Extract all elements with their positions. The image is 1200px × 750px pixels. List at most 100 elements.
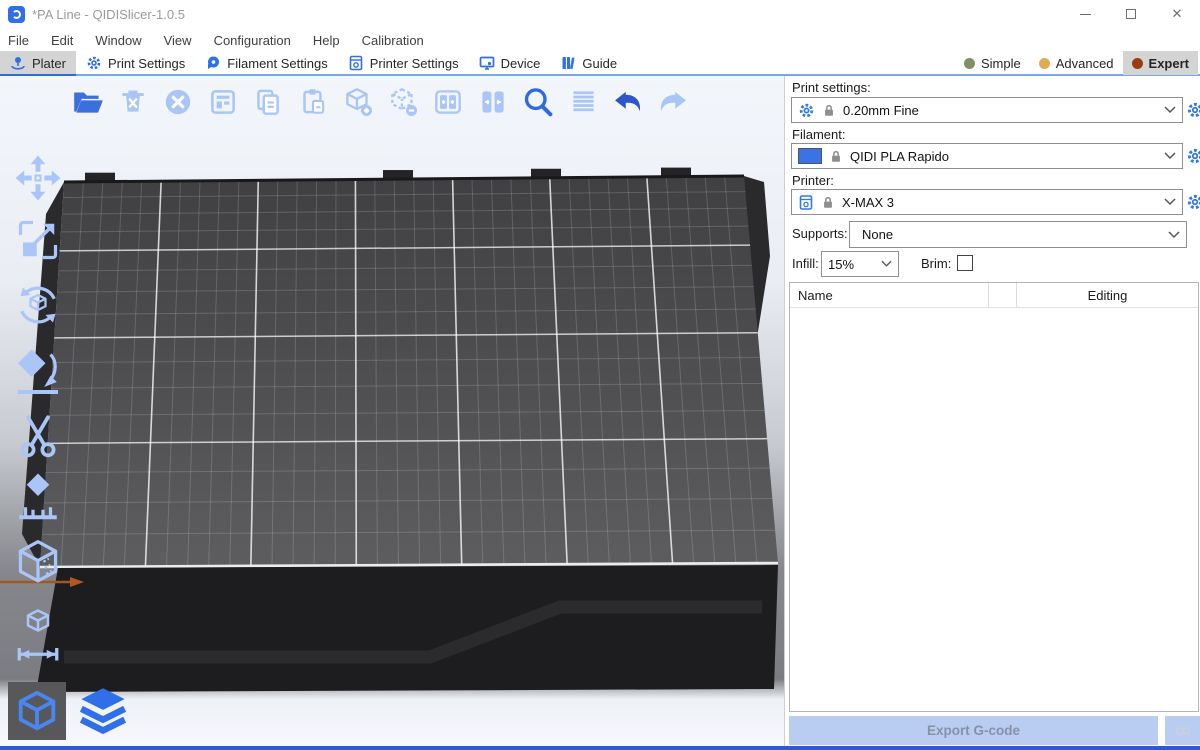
- tab-filament-settings[interactable]: Filament Settings: [195, 51, 337, 75]
- mode-switcher: Simple Advanced Expert: [955, 51, 1200, 75]
- column-editing[interactable]: Editing: [1017, 283, 1198, 308]
- measure-tool-button[interactable]: [10, 601, 66, 665]
- editor-3d-cube-icon: [14, 688, 60, 734]
- expert-mode-dot-icon: [1132, 58, 1143, 69]
- redo-button[interactable]: [655, 84, 691, 120]
- object-list-header: Name Editing: [790, 283, 1198, 308]
- place-on-face-tool-button[interactable]: [10, 342, 66, 402]
- rotate-icon: [13, 277, 63, 333]
- paint-supports-tool-button[interactable]: [10, 468, 66, 524]
- variable-layer-height-button[interactable]: [565, 84, 601, 120]
- menu-file[interactable]: File: [0, 33, 40, 48]
- send-gcode-button[interactable]: [1165, 716, 1200, 745]
- 3d-viewport[interactable]: [0, 76, 784, 746]
- chevron-down-icon: [1168, 231, 1180, 239]
- open-button[interactable]: [70, 84, 106, 120]
- measure-icon: [13, 601, 63, 665]
- minimize-button[interactable]: [1062, 0, 1108, 28]
- menu-edit[interactable]: Edit: [40, 33, 84, 48]
- tab-plater[interactable]: Plater: [0, 51, 76, 75]
- cut-tool-button[interactable]: [10, 410, 66, 462]
- minimize-icon: [1080, 14, 1091, 15]
- filament-label: Filament:: [792, 127, 845, 142]
- tab-print-settings[interactable]: Print Settings: [76, 51, 195, 75]
- printer-label: Printer:: [792, 173, 834, 188]
- menu-configuration[interactable]: Configuration: [203, 33, 302, 48]
- undo-button[interactable]: [610, 84, 646, 120]
- delete-button[interactable]: [115, 84, 151, 120]
- chevron-down-icon: [1164, 106, 1176, 114]
- brim-checkbox[interactable]: [957, 255, 973, 271]
- tab-device[interactable]: Device: [469, 51, 551, 75]
- mode-label: Advanced: [1056, 56, 1114, 71]
- supports-value: None: [862, 227, 893, 242]
- seam-painting-tool-button[interactable]: [10, 536, 66, 596]
- printer-icon: [798, 194, 814, 211]
- export-row: Export G-code: [789, 716, 1200, 745]
- brim-label: Brim:: [921, 256, 951, 271]
- close-button[interactable]: ✕: [1154, 0, 1200, 28]
- view-mode-toggles: [8, 682, 132, 740]
- menu-view[interactable]: View: [153, 33, 203, 48]
- print-settings-value: 0.20mm Fine: [843, 103, 919, 118]
- plater-icon: [10, 55, 26, 71]
- edit-printer-button[interactable]: [1185, 192, 1200, 212]
- copy-button[interactable]: [250, 84, 286, 120]
- infill-combo[interactable]: 15%: [821, 251, 899, 277]
- edit-filament-button[interactable]: [1185, 146, 1200, 166]
- mode-expert[interactable]: Expert: [1123, 51, 1198, 75]
- arrange-button[interactable]: [205, 84, 241, 120]
- paste-button[interactable]: [295, 84, 331, 120]
- add-instance-button[interactable]: [340, 84, 376, 120]
- filament-combo[interactable]: QIDI PLA Rapido: [791, 143, 1183, 169]
- delete-all-button[interactable]: [160, 84, 196, 120]
- mode-simple[interactable]: Simple: [955, 51, 1030, 75]
- maximize-button[interactable]: [1108, 0, 1154, 28]
- gear-icon: [86, 55, 102, 71]
- mode-advanced[interactable]: Advanced: [1030, 51, 1123, 75]
- preview-view-button[interactable]: [74, 682, 132, 740]
- split-parts-icon: [476, 85, 510, 119]
- column-extruder[interactable]: [989, 283, 1017, 308]
- place-on-face-icon: [13, 342, 63, 402]
- remove-instance-button[interactable]: [385, 84, 421, 120]
- printer-icon: [348, 55, 364, 71]
- move-tool-button[interactable]: [10, 150, 66, 206]
- split-parts-button[interactable]: [475, 84, 511, 120]
- chevron-down-icon: [1164, 198, 1176, 206]
- menu-calibration[interactable]: Calibration: [351, 33, 435, 48]
- gear-icon: [1186, 147, 1200, 165]
- print-bed-scene: [0, 76, 784, 746]
- variable-layer-height-icon: [566, 85, 600, 119]
- mode-label: Expert: [1149, 56, 1189, 71]
- filament-icon: [205, 55, 221, 71]
- lock-icon: [822, 103, 836, 118]
- export-gcode-button[interactable]: Export G-code: [789, 716, 1158, 745]
- tab-printer-settings[interactable]: Printer Settings: [338, 51, 469, 75]
- menu-bar: File Edit Window View Configuration Help…: [0, 28, 1200, 52]
- supports-label: Supports:: [792, 226, 848, 241]
- seam-painting-icon: [11, 536, 65, 596]
- editor-3d-view-button[interactable]: [8, 682, 66, 740]
- infill-label: Infill:: [792, 256, 819, 271]
- object-list[interactable]: Name Editing: [789, 282, 1199, 712]
- advanced-mode-dot-icon: [1039, 58, 1050, 69]
- search-button[interactable]: [520, 84, 556, 120]
- tab-label: Guide: [582, 56, 617, 71]
- print-settings-label: Print settings:: [792, 80, 871, 95]
- open-icon: [71, 85, 105, 119]
- printer-combo[interactable]: X-MAX 3: [791, 189, 1183, 215]
- menu-window[interactable]: Window: [84, 33, 152, 48]
- split-objects-button[interactable]: [430, 84, 466, 120]
- split-objects-icon: [431, 85, 465, 119]
- menu-help[interactable]: Help: [302, 33, 351, 48]
- print-settings-combo[interactable]: 0.20mm Fine: [791, 97, 1183, 123]
- delete-all-icon: [161, 85, 195, 119]
- rotate-tool-button[interactable]: [10, 277, 66, 333]
- scale-tool-button[interactable]: [10, 212, 66, 268]
- tab-guide[interactable]: Guide: [550, 51, 627, 75]
- close-icon: ✕: [1172, 6, 1183, 22]
- supports-combo[interactable]: None: [849, 221, 1187, 248]
- column-name[interactable]: Name: [790, 283, 989, 308]
- edit-print-settings-button[interactable]: [1185, 100, 1200, 120]
